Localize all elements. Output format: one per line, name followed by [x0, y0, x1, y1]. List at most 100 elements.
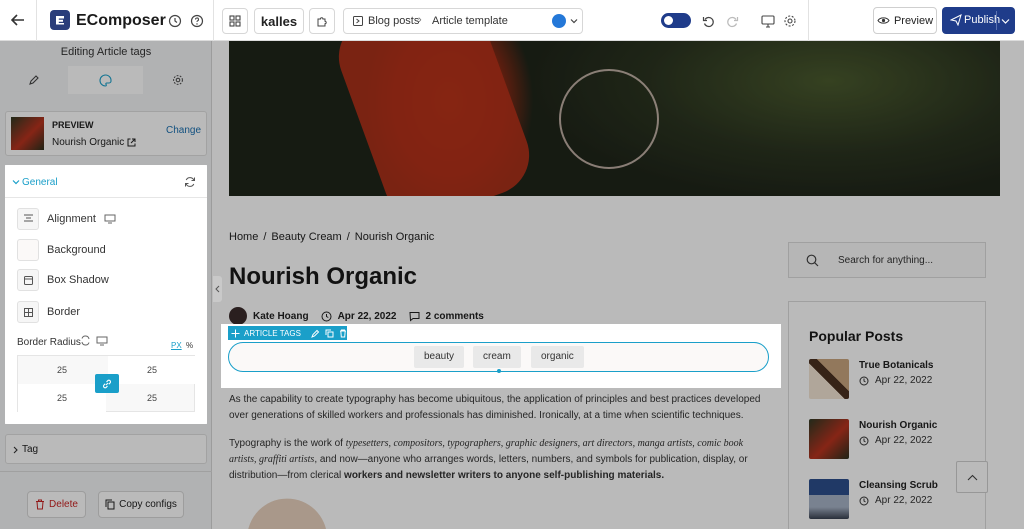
post-date: Apr 22, 2022	[875, 375, 933, 386]
tab-settings[interactable]	[143, 66, 212, 94]
divider	[213, 0, 214, 41]
tags-container: beauty cream organic	[228, 342, 769, 373]
popular-post-item[interactable]: Cleansing Scrub Apr 22, 2022	[809, 479, 979, 519]
post-title: True Botanicals	[859, 360, 934, 371]
article-meta: Kate Hoang Apr 22, 2022 2 comments	[229, 307, 484, 325]
popular-posts-title: Popular Posts	[809, 328, 904, 344]
resize-handle[interactable]	[497, 369, 501, 373]
box-shadow-row[interactable]: Box Shadow	[17, 269, 109, 291]
trash-icon	[36, 499, 45, 510]
article-title: Nourish Organic	[229, 263, 418, 290]
border-radius-grid: 25 25 25 25	[17, 355, 196, 412]
radius-top-left-input[interactable]: 25	[18, 356, 106, 384]
divider	[36, 0, 37, 41]
tag-cream[interactable]: cream	[473, 346, 521, 368]
post-thumbnail	[809, 359, 849, 399]
popular-post-item[interactable]: True Botanicals Apr 22, 2022	[809, 359, 979, 399]
extensions-puzzle-icon[interactable]	[309, 8, 335, 34]
page-canvas: Home / Beauty Cream / Nourish Organic Nour…	[213, 41, 1024, 529]
move-icon[interactable]	[231, 329, 240, 338]
search-icon	[806, 254, 819, 267]
article-tags-block[interactable]: ARTICLE TAGS beauty cream organic	[221, 324, 781, 388]
link-values-button[interactable]	[95, 374, 119, 393]
preview-label: Preview	[893, 14, 934, 27]
clock-icon	[859, 436, 869, 445]
background-row[interactable]: Background	[17, 239, 106, 261]
comment-icon	[408, 311, 419, 321]
trash-icon[interactable]	[339, 329, 347, 338]
general-header[interactable]: General	[5, 165, 207, 198]
tab-content[interactable]	[0, 66, 68, 94]
store-switcher[interactable]: kalles	[254, 8, 304, 34]
search-box[interactable]: Search for anything...	[788, 242, 986, 278]
para2-lead: Typography is the work of	[229, 438, 346, 449]
desktop-view-icon[interactable]	[760, 13, 776, 29]
breadcrumb-current: Nourish Organic	[354, 231, 435, 243]
chevron-left-icon	[215, 285, 220, 293]
popular-post-item[interactable]: Nourish Organic Apr 22, 2022	[809, 419, 979, 459]
breadcrumb-separator: /	[263, 231, 267, 243]
border-radius-label: Border Radius	[17, 337, 81, 348]
link-corners-icon[interactable]	[80, 335, 91, 346]
help-icon[interactable]	[189, 13, 205, 29]
clock-icon	[859, 376, 869, 385]
popular-posts-widget: Popular Posts True Botanicals Apr 22, 20…	[788, 301, 986, 529]
comment-count[interactable]: 2 comments	[426, 311, 484, 322]
redo-icon[interactable]	[724, 13, 740, 29]
gear-icon	[172, 75, 183, 85]
preview-item-name: Nourish Organic	[52, 137, 125, 148]
article-breadcrumb: Home / Beauty Cream / Nourish Organic	[229, 231, 434, 243]
article-image-hand	[239, 491, 327, 529]
breadcrumb-home[interactable]: Home	[229, 231, 258, 243]
tab-design[interactable]	[68, 66, 143, 94]
reset-icon[interactable]	[184, 176, 196, 188]
publish-label: Publish	[964, 14, 1001, 26]
radius-top-right-input[interactable]: 25	[108, 356, 196, 384]
product-tube-shape	[327, 41, 541, 196]
apps-grid-icon[interactable]	[222, 8, 248, 34]
alignment-row[interactable]: Alignment	[17, 208, 116, 230]
panel-collapse-handle[interactable]	[213, 276, 222, 302]
unit-px[interactable]: PX	[171, 341, 182, 350]
copy-configs-label: Copy configs	[119, 499, 177, 510]
box-shadow-icon	[17, 269, 39, 291]
edit-pencil-icon[interactable]	[311, 329, 320, 338]
align-center-icon	[17, 208, 39, 230]
publish-button[interactable]: Publish	[942, 7, 1015, 34]
top-toolbar: EComposer kalles Blog posts › Article te…	[0, 0, 1024, 41]
para2-bold: workers and newsletter writers to anyone…	[344, 470, 665, 481]
preview-button[interactable]: Preview	[873, 7, 937, 34]
panel-title: Editing Article tags	[60, 46, 152, 58]
copy-configs-button[interactable]: Copy configs	[98, 491, 184, 518]
general-section: General Alignment Background Box Shadow …	[5, 165, 207, 424]
dark-mode-toggle[interactable]	[661, 13, 691, 28]
breadcrumb-template: Article template	[432, 15, 508, 27]
unit-percent[interactable]: %	[186, 341, 193, 350]
radius-bottom-left-input[interactable]: 25	[18, 384, 106, 412]
border-icon	[17, 301, 39, 323]
settings-gear-icon[interactable]	[782, 13, 798, 29]
element-toolbar: ARTICLE TAGS	[228, 326, 347, 340]
background-label: Background	[47, 244, 106, 256]
preview-item-link[interactable]: Nourish Organic	[52, 137, 136, 148]
scroll-top-button[interactable]	[956, 461, 988, 493]
desktop-icon	[96, 336, 108, 346]
breadcrumb-category[interactable]: Beauty Cream	[271, 231, 341, 243]
tag-organic[interactable]: organic	[531, 346, 584, 368]
tag-beauty[interactable]: beauty	[414, 346, 465, 368]
chevron-down-icon[interactable]	[1001, 17, 1010, 25]
page-selector[interactable]: Blog posts › Article template	[343, 8, 583, 34]
history-icon[interactable]	[167, 13, 183, 29]
change-link[interactable]: Change	[166, 125, 201, 136]
duplicate-icon[interactable]	[325, 329, 334, 338]
radius-bottom-right-input[interactable]: 25	[108, 384, 196, 412]
undo-icon[interactable]	[700, 13, 716, 29]
back-arrow-icon[interactable]	[8, 10, 28, 30]
search-placeholder: Search for anything...	[838, 255, 934, 266]
tag-section[interactable]: Tag	[5, 434, 207, 464]
border-row[interactable]: Border	[17, 301, 80, 323]
post-title: Nourish Organic	[859, 420, 938, 431]
shopify-globe-icon	[552, 14, 566, 28]
delete-button[interactable]: Delete	[27, 491, 86, 518]
pencil-icon	[29, 75, 39, 85]
